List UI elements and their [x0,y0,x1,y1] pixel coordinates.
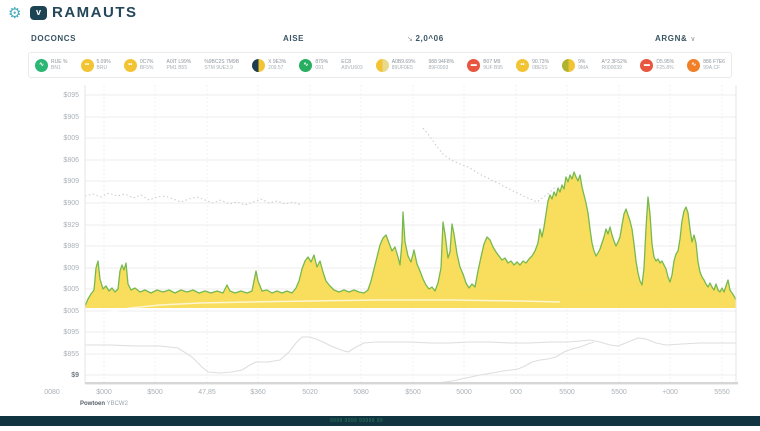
bottom-bar: 9999 9999 99999 99 [0,416,760,426]
svg-text:$009: $009 [63,135,79,142]
svg-text:$095: $095 [63,92,79,99]
svg-text:000: 000 [510,389,522,396]
svg-text:$905: $905 [63,114,79,121]
svg-text:$360: $360 [250,389,266,396]
price-area-chart: $095 $905 $009 $806 $909 $900 $929 $989 $009 $005… [0,0,760,426]
svg-text:$500: $500 [147,389,163,396]
chart-plot-area[interactable]: $095 $905 $009 $806 $909 $900 $929 $989 $009 $005… [0,0,760,426]
bottom-bar-text: 9999 9999 99999 99 [330,418,383,424]
svg-text:5020: 5020 [302,389,318,396]
svg-text:5000: 5000 [456,389,472,396]
svg-text:$005: $005 [63,286,79,293]
svg-text:$929: $929 [63,222,79,229]
footer-note: Powtoen YBCW2 [80,401,128,407]
svg-text:$005: $005 [63,308,79,315]
svg-text:$9: $9 [71,372,79,379]
svg-text:$855: $855 [63,351,79,358]
svg-text:$000: $000 [96,389,112,396]
svg-text:5500: 5500 [559,389,575,396]
svg-text:$009: $009 [63,265,79,272]
svg-text:5500: 5500 [611,389,627,396]
svg-text:47,85: 47,85 [198,389,216,396]
svg-text:$500: $500 [405,389,421,396]
footer-brand: Powtoen [80,401,105,407]
svg-text:+000: +000 [662,389,678,396]
svg-text:$909: $909 [63,178,79,185]
svg-text:0080: 0080 [44,389,60,396]
svg-text:$806: $806 [63,157,79,164]
svg-text:$989: $989 [63,243,79,250]
svg-text:$095: $095 [63,329,79,336]
svg-text:5550: 5550 [714,389,730,396]
footer-code: YBCW2 [107,401,128,407]
svg-text:5080: 5080 [353,389,369,396]
svg-text:$900: $900 [63,200,79,207]
